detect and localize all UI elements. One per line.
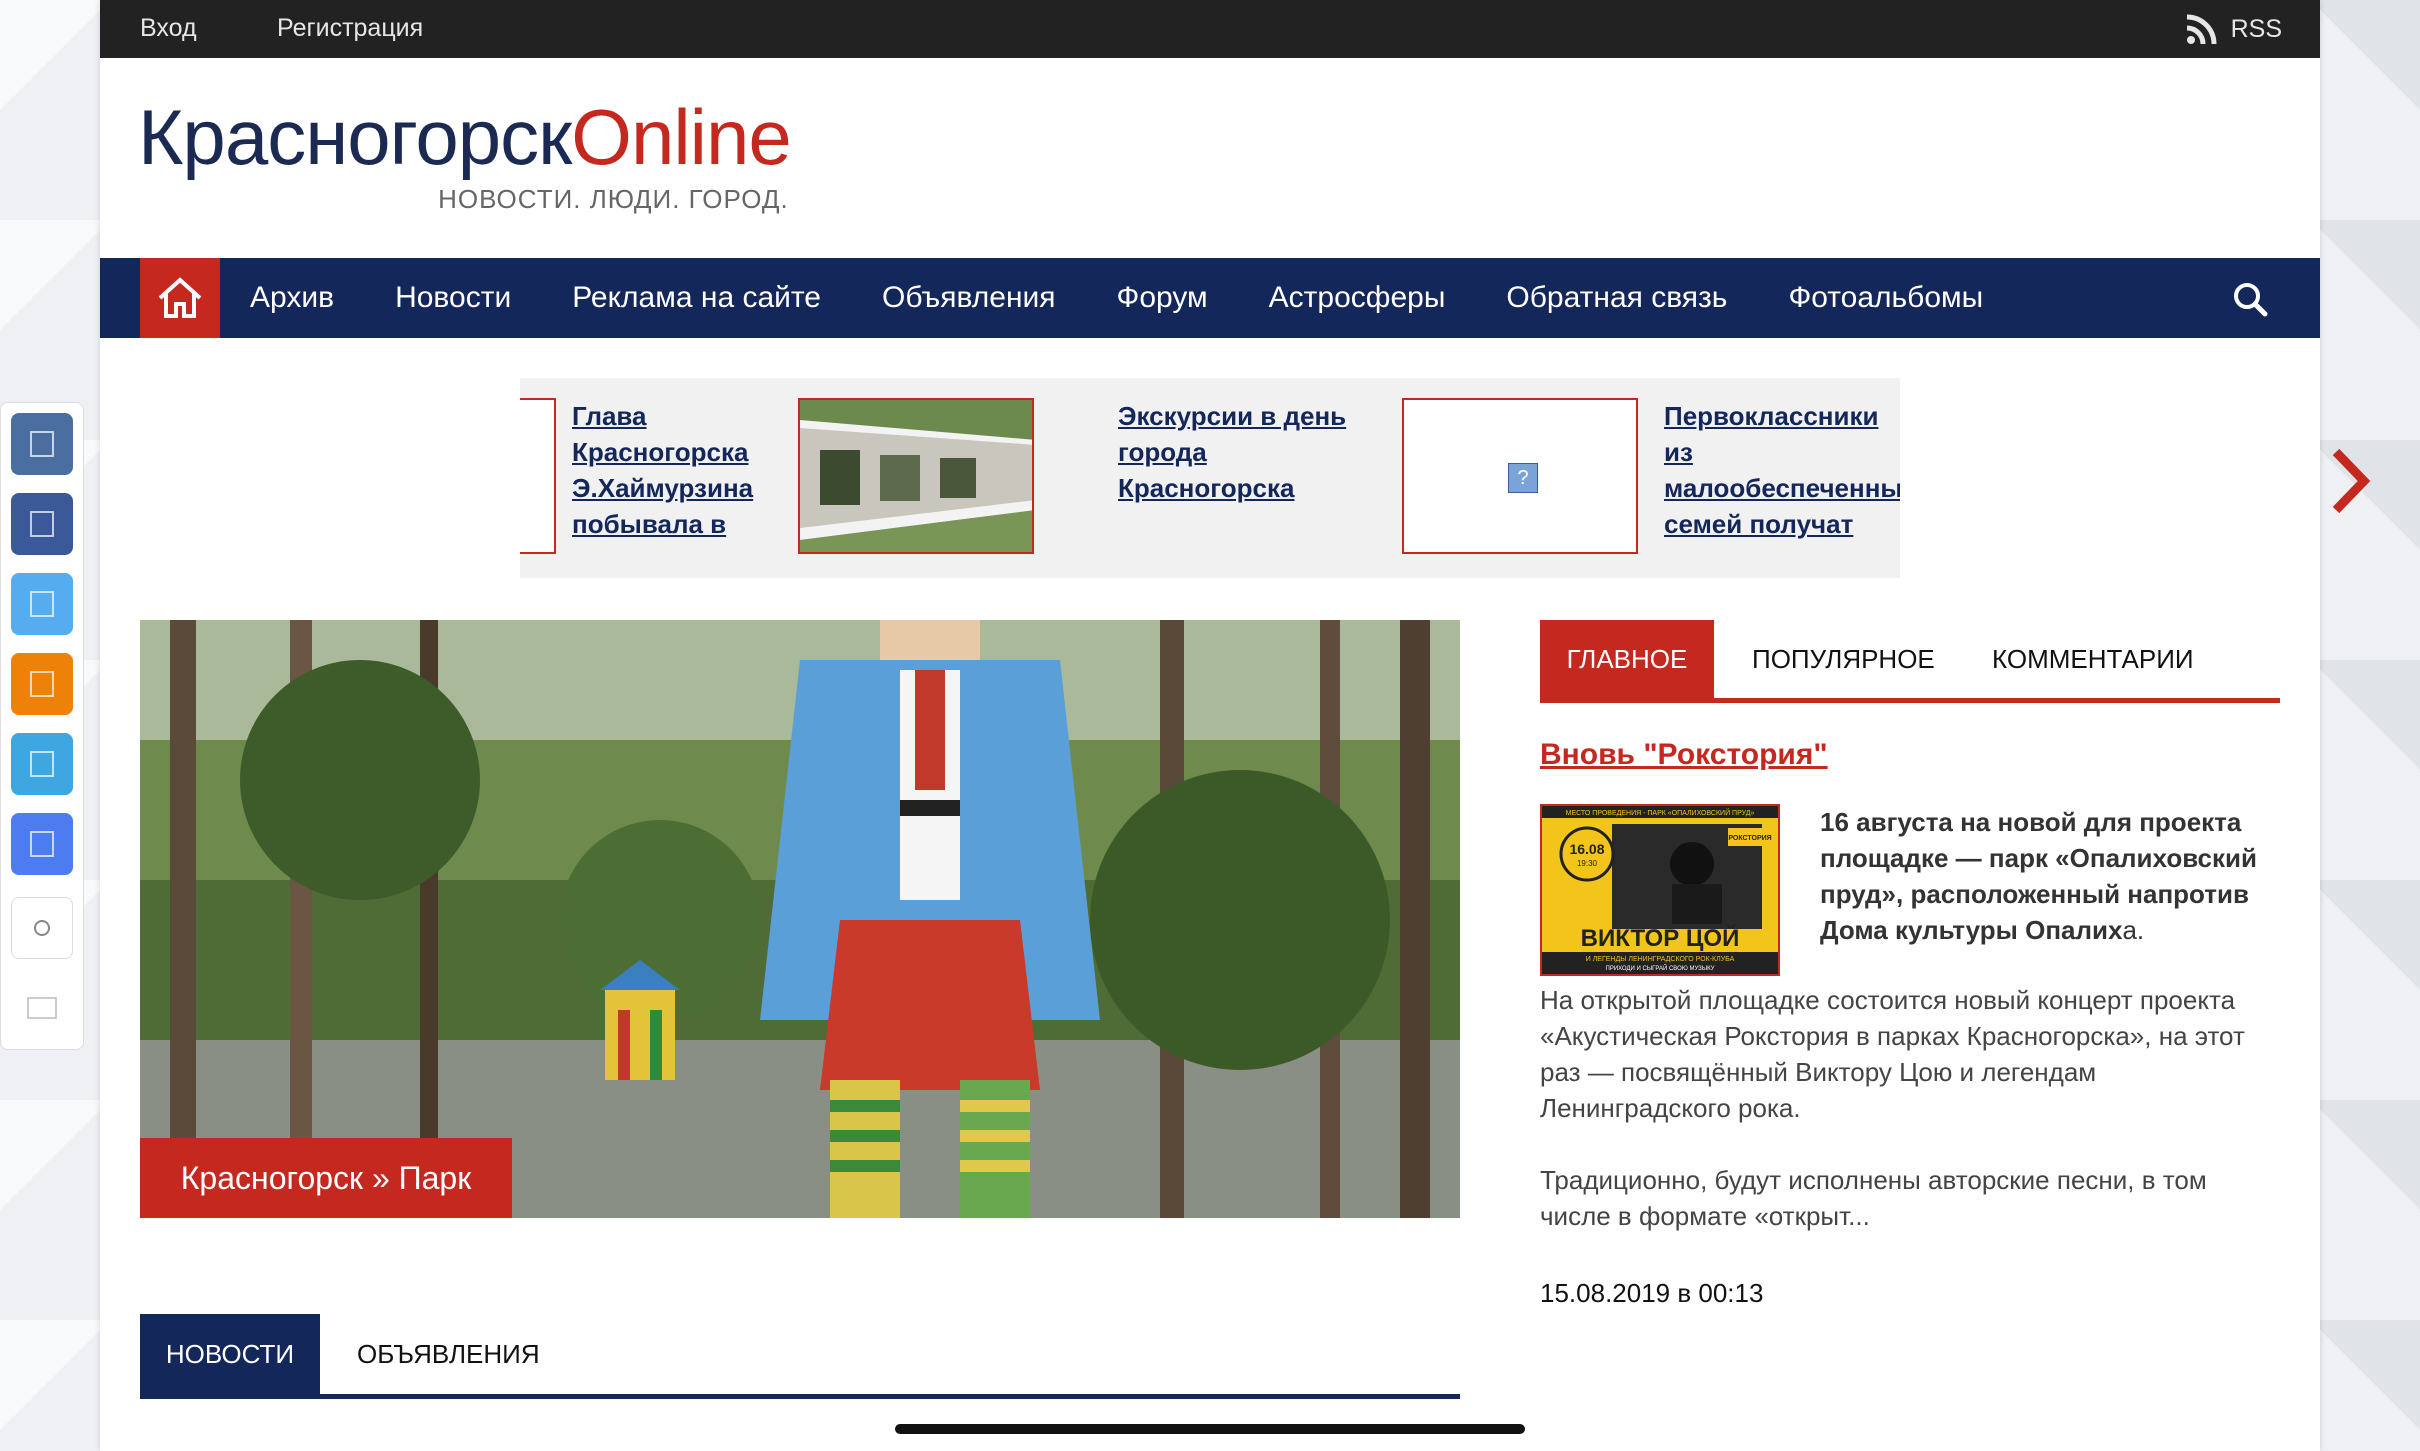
hero-caption[interactable]: Красногорск » Парк — [140, 1138, 512, 1218]
facebook-share-button[interactable] — [11, 493, 73, 555]
rss-label: RSS — [2230, 14, 2282, 43]
poster-title: ВИКТОР ЦОЙ — [1581, 924, 1740, 952]
ticker-text-line: города — [1118, 437, 1207, 467]
ticker-item-link[interactable]: Глава Красногорска Э.Хаймурзина побывала… — [572, 398, 753, 542]
article-lead-normal: а. — [2122, 915, 2145, 945]
poster-date: 16.08 — [1569, 841, 1604, 857]
register-link[interactable]: Регистрация — [277, 14, 423, 43]
livejournal-icon — [30, 831, 54, 857]
odnoklassniki-share-button[interactable] — [11, 653, 73, 715]
livejournal-share-button[interactable] — [11, 813, 73, 875]
article-lead: 16 августа на новой для проекта площадке… — [1820, 804, 2280, 948]
tab-news[interactable]: НОВОСТИ — [140, 1314, 320, 1394]
broken-image-icon: ? — [1508, 463, 1538, 493]
nav-item-advertising[interactable]: Реклама на сайте — [572, 281, 821, 315]
nav-item-feedback[interactable]: Обратная связь — [1506, 281, 1727, 315]
ticker-text-line: побывала в — [572, 509, 727, 539]
ticker-text-line: из — [1664, 437, 1693, 467]
twitter-icon — [30, 591, 54, 617]
vk-share-button[interactable] — [11, 413, 73, 475]
poster-badge: РОКСТОРИЯ — [1728, 835, 1771, 842]
bottom-tabs: НОВОСТИ ОБЪЯВЛЕНИЯ — [140, 1314, 1460, 1399]
concert-poster: МЕСТО ПРОВЕДЕНИЯ - ПАРК «ОПАЛИХОВСКИЙ ПР… — [1542, 806, 1778, 974]
top-bar: Вход Регистрация RSS — [100, 0, 2320, 58]
ticker-thumbnail[interactable]: ? — [1402, 398, 1638, 554]
twitter-share-button[interactable] — [11, 573, 73, 635]
ticker-text-line: Красногорска — [1118, 473, 1295, 503]
nav-item-archive[interactable]: Архив — [250, 281, 334, 315]
article-lead-bold: 16 августа на новой для проекта площадке… — [1820, 807, 2257, 945]
home-button[interactable] — [140, 258, 220, 338]
rss-icon — [2186, 14, 2217, 45]
facebook-icon — [30, 511, 54, 537]
article-date: 15.08.2019 в 00:13 — [1540, 1278, 1764, 1308]
ticker-thumbnail[interactable] — [520, 398, 556, 554]
ticker-item-link[interactable]: Экскурсии в день города Красногорска — [1118, 398, 1346, 506]
tab-main[interactable]: ГЛАВНОЕ — [1540, 620, 1714, 698]
ticker-text-line: семей получат — [1664, 509, 1854, 539]
site-logo[interactable]: КрасногорскOnline НОВОСТИ. ЛЮДИ. ГОРОД. — [138, 98, 792, 214]
ticker-text-line: Э.Хаймурзина — [572, 473, 754, 503]
more-icon — [27, 997, 57, 1019]
ticker-text-line: Глава — [572, 401, 647, 431]
page-container: Вход Регистрация RSS КрасногорскOnline Н… — [100, 0, 2320, 1451]
logo-tagline: НОВОСТИ. ЛЮДИ. ГОРОД. — [438, 184, 789, 214]
hero-photo — [140, 620, 1460, 1218]
main-nav: Архив Новости Реклама на сайте Объявлени… — [100, 258, 2320, 338]
nav-item-classifieds[interactable]: Объявления — [882, 281, 1056, 315]
poster-subtitle-2: ПРИХОДИ И СЫГРАЙ СВОЮ МУЗЫКУ — [1606, 964, 1715, 972]
share-counter-button[interactable] — [11, 897, 73, 959]
article-paragraph-2: Традиционно, будут исполнены авторские п… — [1540, 1165, 2207, 1231]
rss-link[interactable]: RSS — [2185, 12, 2282, 46]
ticker-text-line: Красногорска — [572, 437, 749, 467]
logo-part-1: Красногорск — [138, 93, 572, 181]
odnoklassniki-icon — [30, 671, 54, 697]
poster-top-text: МЕСТО ПРОВЕДЕНИЯ - ПАРК «ОПАЛИХОВСКИЙ ПР… — [1566, 808, 1755, 817]
hero-slide[interactable]: Красногорск » Парк — [140, 620, 1460, 1218]
ticker-text-line: Первоклассники — [1664, 401, 1879, 431]
tab-popular[interactable]: ПОПУЛЯРНОЕ — [1752, 620, 1935, 698]
vk-icon — [30, 431, 54, 457]
chevron-right-icon[interactable] — [2330, 448, 2372, 514]
ticker-item-link[interactable]: Первоклассники из малообеспеченных семей… — [1664, 398, 1900, 542]
share-more-button[interactable] — [11, 977, 73, 1039]
home-icon — [158, 277, 202, 318]
tab-comments[interactable]: КОММЕНТАРИИ — [1992, 620, 2194, 698]
home-indicator — [895, 1424, 1525, 1434]
nav-item-forum[interactable]: Форум — [1117, 281, 1208, 315]
nav-item-astrospheres[interactable]: Астросферы — [1269, 281, 1446, 315]
search-icon[interactable] — [2232, 281, 2268, 317]
poster-subtitle: И ЛЕГЕНДЫ ЛЕНИНГРАДСКОГО РОК-КЛУБА — [1586, 956, 1735, 963]
login-link[interactable]: Вход — [140, 14, 197, 43]
ticker-text-line: малообеспеченных — [1664, 473, 1900, 503]
ticker-thumbnail[interactable] — [798, 398, 1034, 554]
share-sidebar — [0, 402, 84, 1050]
mailru-icon — [30, 751, 54, 777]
nav-item-photoalbums[interactable]: Фотоальбомы — [1788, 281, 1983, 315]
article-paragraph-1: На открытой площадке состоится новый кон… — [1540, 985, 2245, 1123]
article-title[interactable]: Вновь "Рокстория" — [1540, 738, 1828, 772]
news-ticker: Глава Красногорска Э.Хаймурзина побывала… — [520, 378, 1900, 578]
poster-time: 19:30 — [1577, 859, 1598, 868]
article-image[interactable]: МЕСТО ПРОВЕДЕНИЯ - ПАРК «ОПАЛИХОВСКИЙ ПР… — [1540, 804, 1780, 976]
logo-part-2: Online — [571, 93, 791, 181]
ticker-photo — [800, 400, 1032, 552]
nav-item-news[interactable]: Новости — [395, 281, 511, 315]
circle-icon — [34, 920, 50, 936]
right-tabs: ГЛАВНОЕ ПОПУЛЯРНОЕ КОММЕНТАРИИ — [1540, 620, 2280, 703]
ticker-text-line: Экскурсии в день — [1118, 401, 1347, 431]
mailru-share-button[interactable] — [11, 733, 73, 795]
tab-classifieds[interactable]: ОБЪЯВЛЕНИЯ — [357, 1314, 540, 1394]
